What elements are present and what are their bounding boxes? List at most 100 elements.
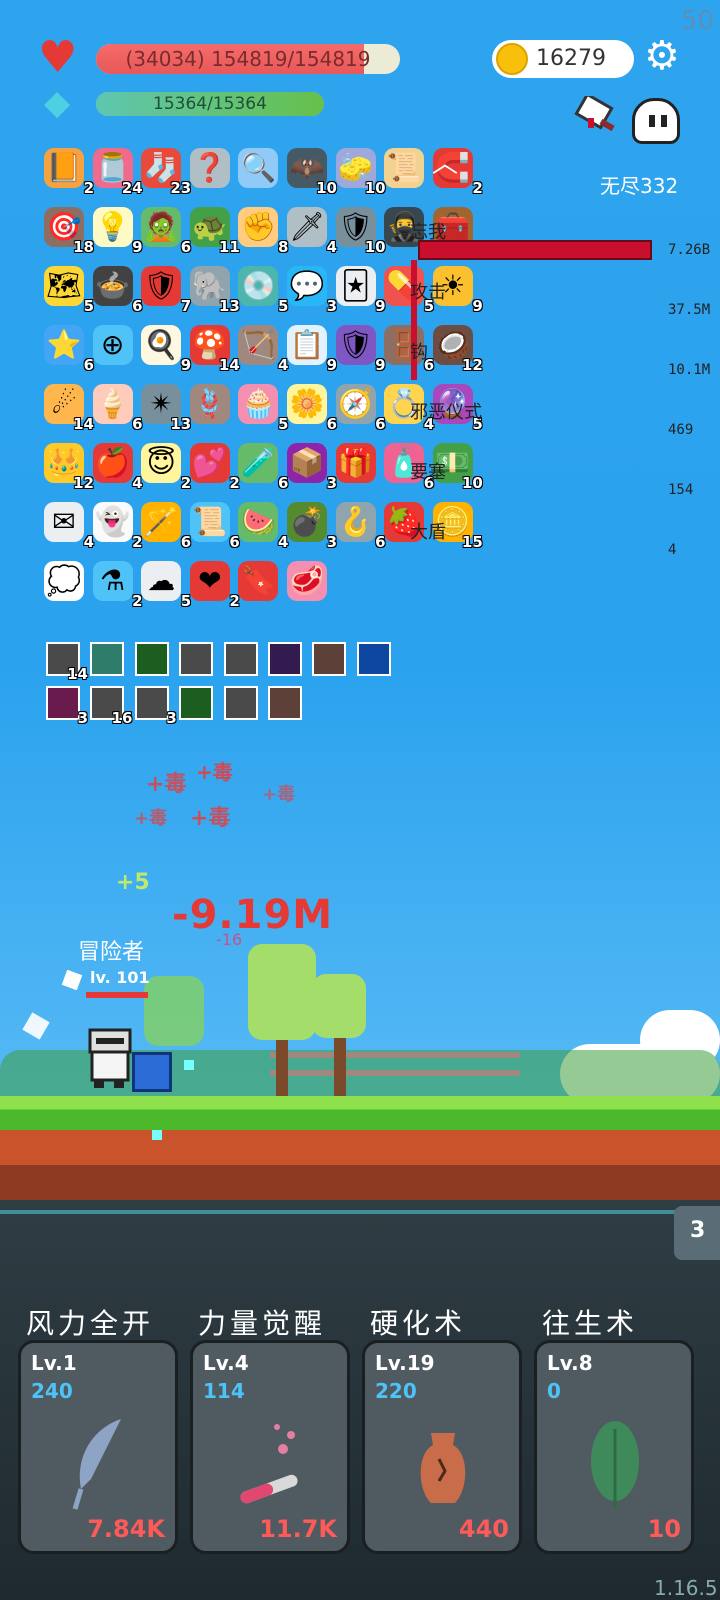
bow-icon[interactable]: 🏹 4 — [238, 325, 288, 373]
playing-card-icon[interactable]: 🃏 9 — [335, 266, 386, 314]
item-count: 10 — [364, 238, 386, 256]
meat-icon[interactable]: 🥩 — [287, 561, 327, 601]
item-count: 4 — [326, 238, 337, 256]
fps-counter: 50 — [680, 6, 714, 36]
slash-skill-icon[interactable]: 3 — [134, 686, 177, 726]
item-count: 2 — [180, 474, 192, 492]
rune-skill-icon[interactable] — [179, 686, 214, 720]
compass-icon[interactable]: 🧭 6 — [335, 384, 386, 432]
elephant-icon[interactable]: 🐘 13 — [189, 266, 240, 314]
skill-card-power[interactable]: Lv.4 114 11.7K — [190, 1340, 350, 1554]
cloud-icon[interactable]: ☁ 5 — [141, 561, 191, 609]
flower-icon[interactable]: 🌼 6 — [287, 384, 337, 432]
slash-skill-icon[interactable]: 14 — [46, 642, 88, 682]
skill-value: 114 — [203, 1379, 245, 1403]
map-icon[interactable]: 🗺 5 — [44, 266, 94, 314]
slash-skill-icon[interactable] — [223, 686, 258, 720]
sock-icon[interactable]: 🧦 23 — [141, 148, 191, 196]
blue-scroll-icon[interactable]: 📜 6 — [189, 502, 240, 550]
star-ticket-icon[interactable]: ⭐ 6 — [44, 325, 94, 373]
hook-icon[interactable]: ❓ — [189, 148, 230, 188]
item-count: 13 — [218, 297, 240, 315]
mace-icon[interactable]: ✴ 13 — [141, 384, 191, 432]
bookmark-icon[interactable]: 🔖 — [238, 561, 279, 601]
book-icon[interactable]: 📙 2 — [44, 148, 94, 196]
magic-wand-icon[interactable]: 🪄 6 — [141, 502, 191, 550]
meteor-icon[interactable]: ☄ 14 — [44, 384, 94, 432]
fence — [270, 1070, 520, 1076]
side-tab-button[interactable]: 3 — [674, 1206, 720, 1260]
crown-icon[interactable]: 👑 12 — [44, 443, 94, 491]
zombie-icon[interactable]: 🧟 6 — [141, 207, 191, 255]
grapple-hook-icon[interactable]: 🪝 6 — [335, 502, 386, 550]
skill-icon-count: 3 — [77, 709, 88, 727]
poison-float-text: +毒 — [196, 760, 233, 784]
turtle-shell-icon[interactable]: 🐢 11 — [189, 207, 240, 255]
clipboard-icon[interactable]: 📋 9 — [287, 325, 337, 373]
slash-skill-icon[interactable]: 16 — [90, 686, 132, 726]
item-count: 3 — [326, 297, 337, 315]
shield-skill-icon[interactable] — [268, 686, 302, 720]
bat-icon[interactable]: 🦇 10 — [287, 148, 337, 196]
envelope-icon[interactable]: ✉ 4 — [44, 502, 94, 550]
cleaver-icon — [574, 96, 615, 132]
skill-icon-count: 3 — [166, 709, 177, 727]
scroll-icon[interactable]: 📜 — [384, 148, 425, 188]
chat-bubble-icon[interactable]: 💬 3 — [287, 266, 337, 314]
heart-icon[interactable]: ❤ 2 — [189, 561, 240, 609]
item-count: 10 — [316, 179, 337, 197]
halo-wings-icon[interactable]: 😇 2 — [141, 443, 191, 491]
feather-icon — [72, 1419, 121, 1510]
version-label: 1.16.5 — [654, 1576, 718, 1600]
red-shield-icon[interactable]: 🛡 7 — [141, 266, 191, 314]
settings-gear-icon[interactable]: ⚙ — [644, 36, 680, 76]
fist-icon[interactable]: ✊ 8 — [238, 207, 288, 255]
ice-cream-icon[interactable]: 🍦 6 — [92, 384, 143, 432]
crosshair-icon[interactable]: ⊕ — [92, 325, 133, 365]
magnifier-icon[interactable]: 🔍 — [238, 148, 279, 188]
skill-value: 0 — [547, 1379, 561, 1403]
hearts-icon[interactable]: 💕 2 — [189, 443, 240, 491]
skill-card-harden[interactable]: Lv.19 220 440 — [362, 1340, 522, 1554]
grenade-icon[interactable]: 💣 3 — [287, 502, 337, 550]
mushroom-icon[interactable]: 🍄 14 — [189, 325, 240, 373]
demon-skill-icon[interactable] — [268, 642, 302, 676]
potion-figure-icon[interactable]: 🧪 6 — [238, 443, 288, 491]
hp-bar: (34034) 154819/154819 — [96, 44, 400, 74]
purple-box-icon[interactable]: 📦 3 — [287, 443, 337, 491]
light-skill-icon[interactable] — [90, 642, 125, 676]
shield-icon[interactable]: 🛡 10 — [335, 207, 386, 255]
sword-icon[interactable]: 🗡 4 — [287, 207, 337, 255]
disc-icon[interactable]: 💿 5 — [238, 266, 288, 314]
player-hp-bar — [86, 992, 148, 998]
star-skill-icon[interactable] — [356, 642, 391, 676]
purple-shield-icon[interactable]: 🛡 9 — [335, 325, 386, 373]
watermelon-icon[interactable]: 🍉 4 — [238, 502, 288, 550]
item-count: 5 — [277, 415, 289, 433]
target-disk-icon[interactable]: 🎯 18 — [44, 207, 94, 255]
skill-cost: 7.84K — [87, 1515, 165, 1543]
lightbulb-icon[interactable]: 💡 9 — [92, 207, 143, 255]
noose-icon[interactable]: 🪢 — [189, 384, 230, 424]
ghost-skill-icon[interactable] — [134, 642, 169, 676]
apple-icon[interactable]: 🍎 4 — [92, 443, 143, 491]
item-count: 24 — [121, 179, 143, 197]
collapse-chevron-up-icon[interactable]: ︿ — [432, 151, 468, 177]
cauldron-icon[interactable]: 🍲 6 — [92, 266, 143, 314]
slash-skill-icon[interactable] — [179, 642, 214, 676]
skill-card-wind[interactable]: Lv.1 240 7.84K — [18, 1340, 178, 1554]
jam-jar-icon[interactable]: 🫙 24 — [92, 148, 143, 196]
fried-egg-icon[interactable]: 🍳 9 — [141, 325, 191, 373]
bubble-potion-icon[interactable]: ⚗ 2 — [92, 561, 143, 609]
cake-icon[interactable]: 🧁 5 — [238, 384, 288, 432]
coconut-icon[interactable]: 🥥 12 — [432, 325, 483, 373]
armor-skill-icon[interactable] — [312, 642, 347, 676]
skill-card-rebirth[interactable]: Lv.8 0 10 — [534, 1340, 694, 1554]
gift-icon[interactable]: 🎁 — [335, 443, 376, 483]
slash-skill-icon[interactable] — [223, 642, 258, 676]
speech-bubble-icon[interactable]: 💭 — [44, 561, 84, 601]
item-count: 6 — [180, 533, 192, 551]
totem-skill-icon[interactable]: 3 — [46, 686, 88, 726]
eraser-icon[interactable]: 🧽 10 — [335, 148, 386, 196]
ghost-icon[interactable]: 👻 2 — [92, 502, 143, 550]
